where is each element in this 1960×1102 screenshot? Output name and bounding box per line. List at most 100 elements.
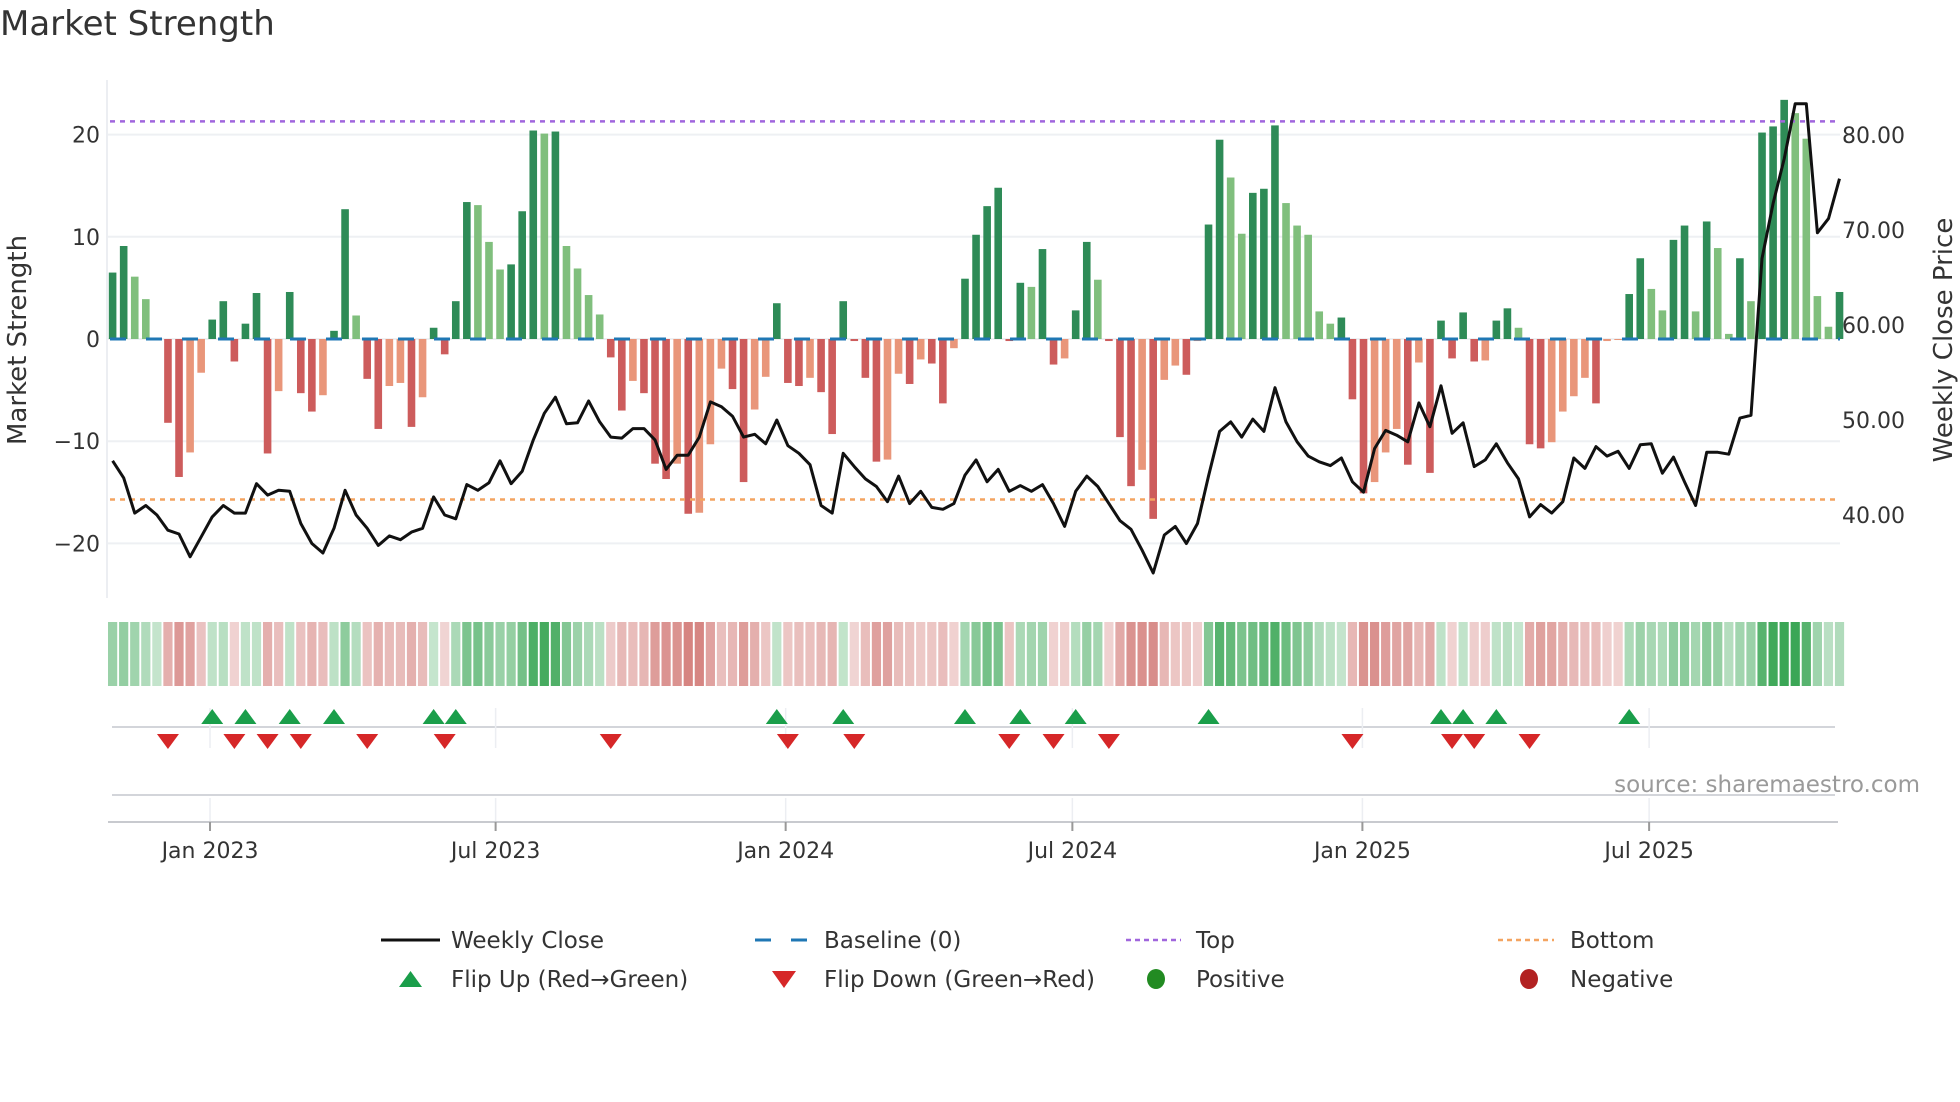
heatmap-cell xyxy=(1071,622,1081,686)
heatmap-cell xyxy=(1325,622,1335,686)
heatmap-cell xyxy=(174,622,184,686)
heatmap-cell xyxy=(1436,622,1446,686)
strength-bar xyxy=(474,205,482,339)
heatmap-cell xyxy=(108,622,118,686)
flip-down-marker xyxy=(1518,734,1541,749)
strength-bar xyxy=(595,314,604,339)
heatmap-cell xyxy=(506,622,516,686)
strength-bar xyxy=(1038,249,1047,339)
legend-label: Positive xyxy=(1196,967,1285,993)
heatmap-cell xyxy=(816,622,826,686)
heatmap-cell xyxy=(462,622,472,686)
heatmap-cell xyxy=(893,622,904,686)
strength-bar xyxy=(230,339,239,362)
heatmap-cell xyxy=(395,622,406,686)
heatmap-cell xyxy=(318,622,328,686)
heatmap-cell xyxy=(971,622,981,686)
flip-up-marker xyxy=(1618,709,1641,724)
strength-bar xyxy=(518,211,526,339)
strength-bar xyxy=(1116,339,1124,438)
heatmap-cell xyxy=(705,622,715,686)
strength-bar xyxy=(1392,339,1401,429)
strength-bar xyxy=(1592,339,1600,404)
heatmap-cell xyxy=(916,622,926,686)
strength-bar xyxy=(1082,241,1091,339)
heatmap-cell xyxy=(1635,622,1645,686)
heatmap-cell xyxy=(1536,622,1546,686)
strength-bar xyxy=(507,264,515,339)
strength-bar xyxy=(761,339,770,377)
left-y-tick-label: −20 xyxy=(54,532,100,557)
heatmap-cell xyxy=(1093,622,1103,686)
heatmap-cell xyxy=(362,622,372,686)
heatmap-cell xyxy=(1148,622,1158,686)
strength-bar xyxy=(1403,339,1412,465)
flip-markers-panel xyxy=(112,708,1835,822)
heatmap-cell xyxy=(1270,622,1280,686)
heatmap-cell xyxy=(960,622,970,686)
strength-bar xyxy=(894,339,903,374)
flip-up-marker xyxy=(234,709,257,724)
strength-bar xyxy=(374,339,383,429)
strength-bar xyxy=(983,206,991,339)
strength-bar xyxy=(1558,339,1567,412)
strength-bar xyxy=(839,301,848,339)
heatmap-cell xyxy=(473,622,483,686)
strength-bar xyxy=(972,234,980,339)
heatmap-cell xyxy=(1812,622,1822,686)
heatmap-cell xyxy=(772,622,782,686)
strength-bar xyxy=(861,339,870,378)
strength-bar xyxy=(850,339,859,342)
strength-bar xyxy=(706,339,715,445)
strength-bar xyxy=(451,301,460,339)
strength-bar xyxy=(308,339,316,412)
strength-bar xyxy=(429,327,438,339)
strength-bar xyxy=(806,339,814,378)
heatmap-cell xyxy=(1580,622,1590,686)
heatmap-cell xyxy=(1392,622,1402,686)
strength-bar xyxy=(1315,311,1324,339)
heatmap-cell xyxy=(1226,622,1236,686)
heatmap-cell xyxy=(1447,622,1457,686)
strength-bar xyxy=(1182,339,1191,375)
heatmap-cell xyxy=(240,622,251,686)
heatmap-cell xyxy=(1834,622,1845,686)
legend-flip-down-icon xyxy=(772,971,796,988)
flip-up-marker xyxy=(323,709,345,724)
heatmap-cell xyxy=(1491,622,1501,686)
strength-bar xyxy=(939,339,947,404)
strength-bar xyxy=(739,339,748,483)
strength-bar xyxy=(905,339,914,384)
right-y-tick-label: 70.00 xyxy=(1842,219,1905,244)
strength-bar xyxy=(717,339,726,369)
flip-down-marker xyxy=(998,734,1021,749)
heatmap-cell xyxy=(285,622,295,686)
heatmap-cell xyxy=(927,622,937,686)
flip-up-marker xyxy=(444,709,467,724)
strength-bar xyxy=(108,272,117,339)
heatmap-cell xyxy=(1724,622,1734,686)
heatmap-cell xyxy=(1790,622,1800,686)
left-y-tick-label: 20 xyxy=(72,124,100,149)
strength-bar xyxy=(1337,317,1346,339)
strength-bar xyxy=(662,339,670,480)
strength-bar xyxy=(119,245,128,339)
heatmap-cell xyxy=(595,622,605,686)
heatmap-cell xyxy=(672,622,682,686)
heatmap-cell xyxy=(1713,622,1723,686)
strength-bar xyxy=(463,202,471,339)
heatmap-cell xyxy=(141,622,151,686)
strength-bar xyxy=(961,278,969,339)
x-tick-label: Jan 2023 xyxy=(160,839,259,864)
strength-bar xyxy=(1249,192,1257,339)
strength-bar xyxy=(1437,320,1445,339)
heatmap-cell xyxy=(938,622,948,686)
x-tick-label: Jul 2025 xyxy=(1602,839,1694,864)
strength-heatmap-strip xyxy=(108,622,1845,686)
heatmap-cell xyxy=(1779,622,1789,686)
heatmap-cell xyxy=(1558,622,1568,686)
heatmap-cell xyxy=(738,622,749,686)
strength-bar xyxy=(186,339,194,453)
right-y-axis-title: Weekly Close Price xyxy=(1929,218,1959,463)
heatmap-cell xyxy=(871,622,882,686)
